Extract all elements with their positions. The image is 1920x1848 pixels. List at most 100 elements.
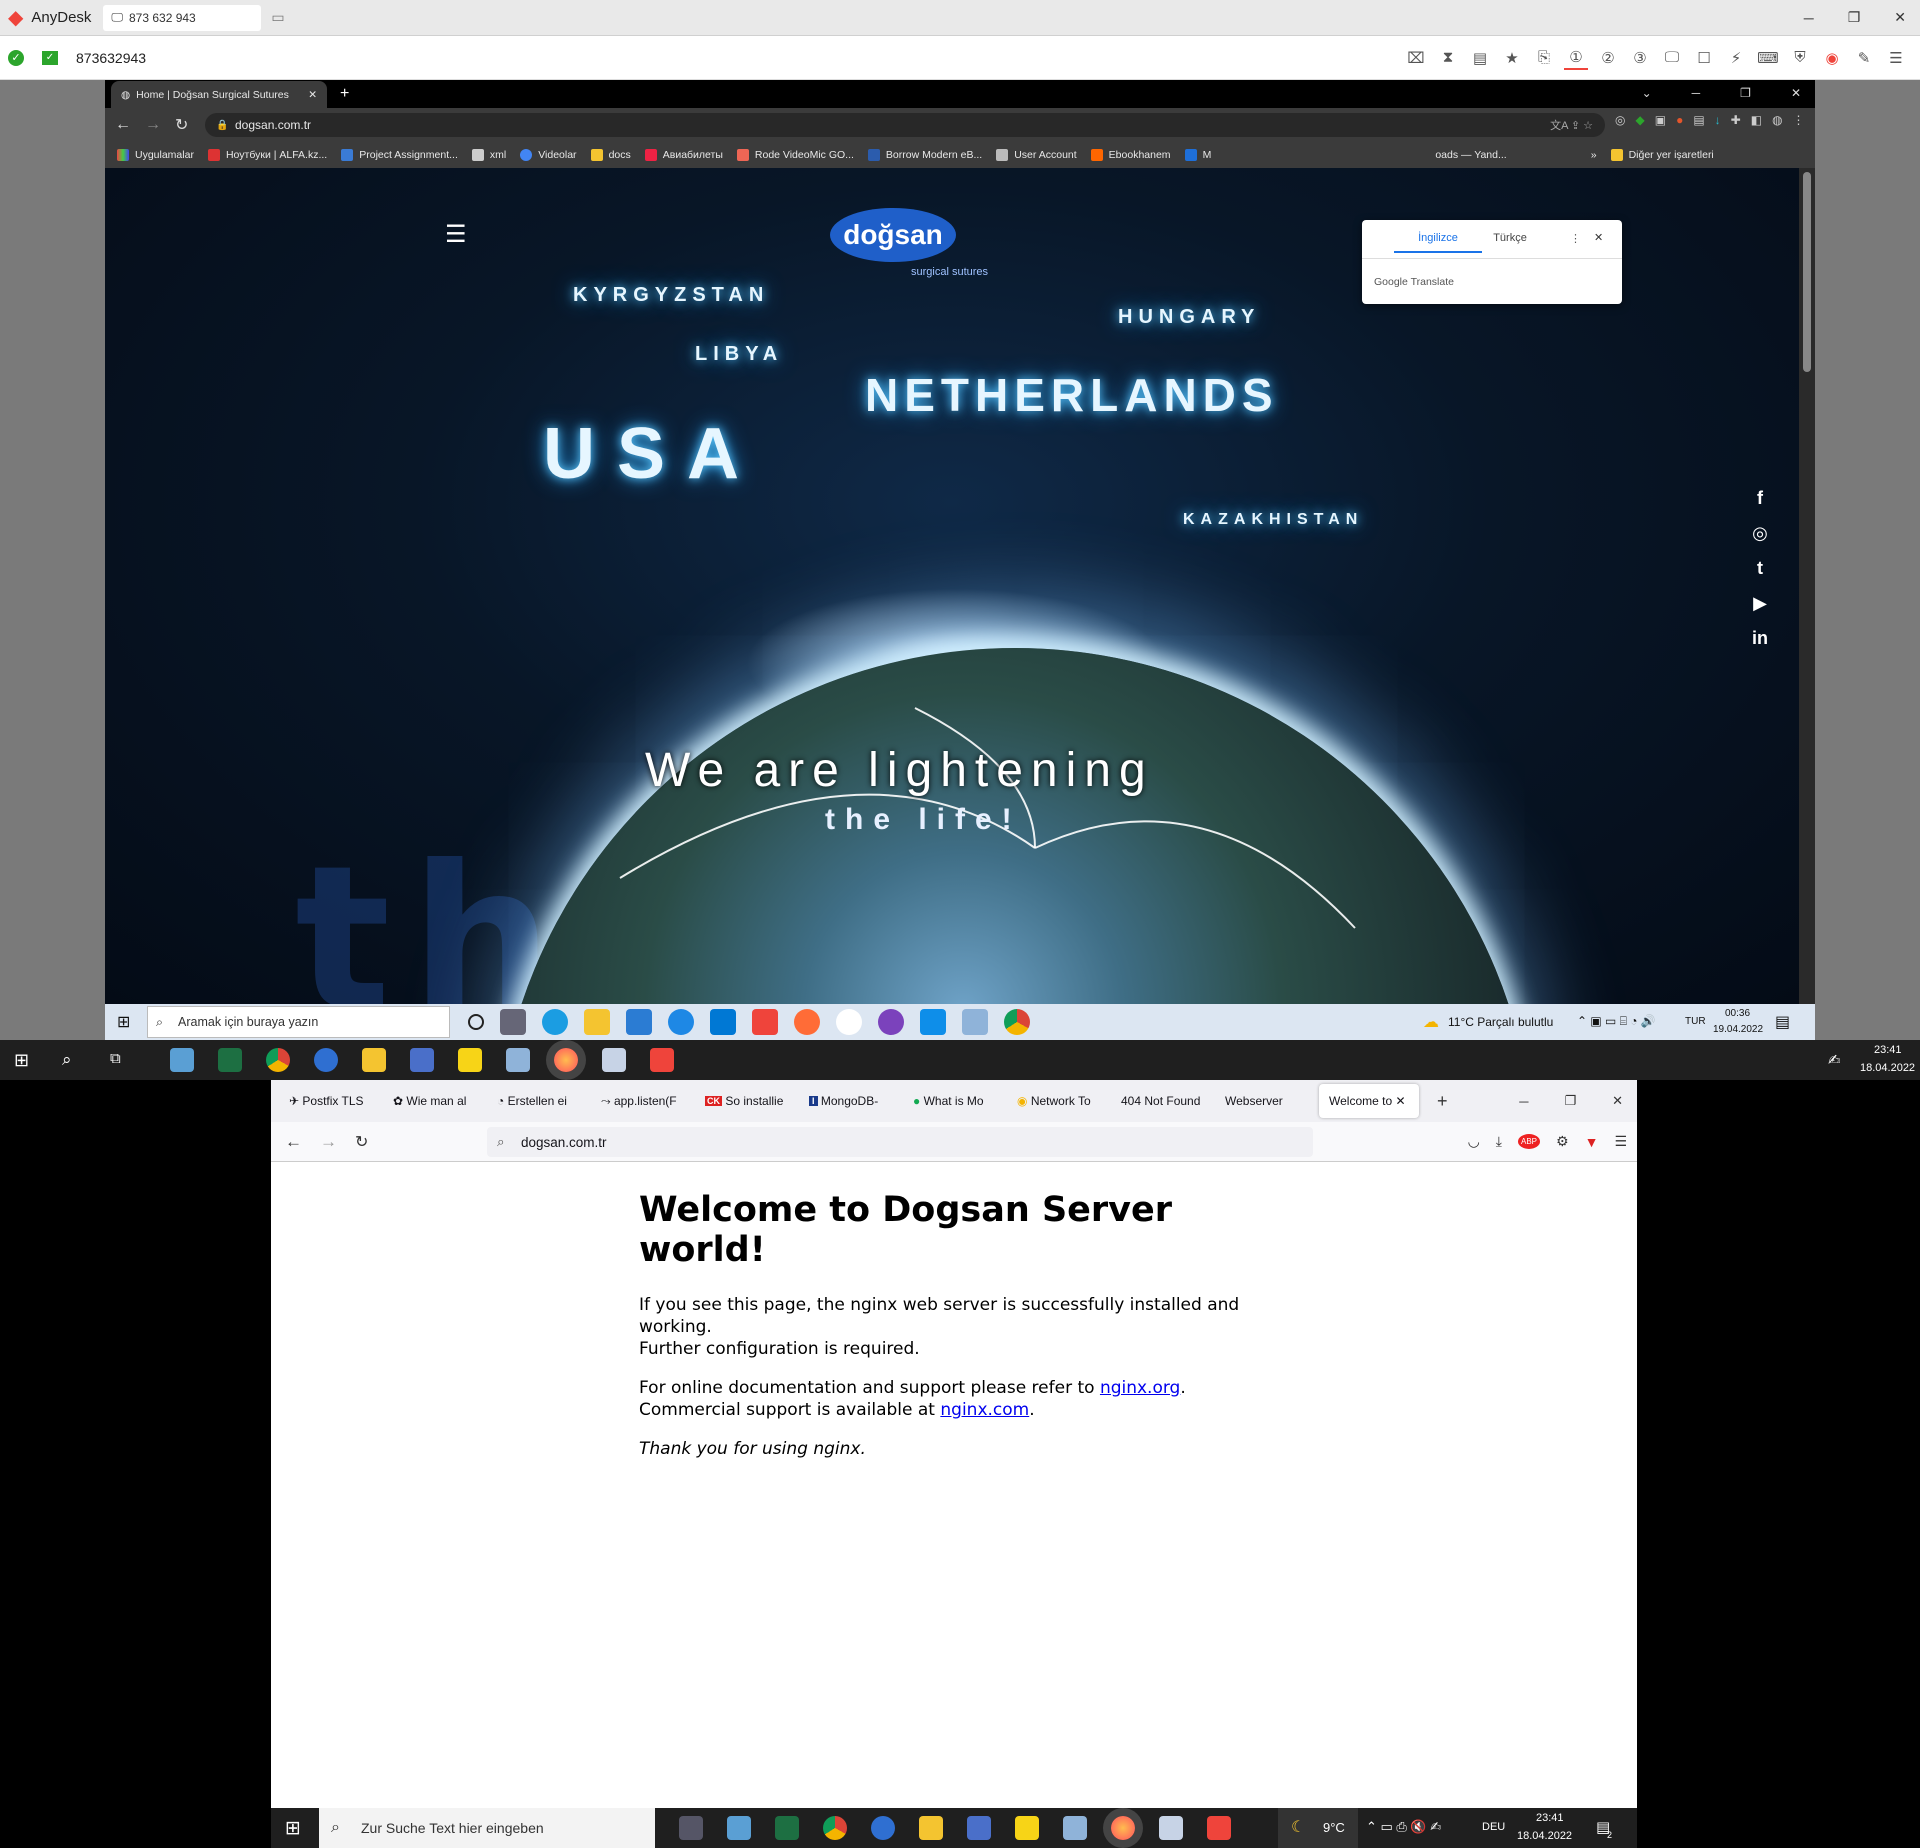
app-icon[interactable]	[668, 1009, 694, 1035]
bookmark-item[interactable]: Uygulamalar	[117, 149, 194, 161]
start-icon[interactable]: ⊞	[285, 1817, 301, 1840]
notes-icon[interactable]	[506, 1048, 530, 1072]
excel-icon[interactable]	[775, 1816, 799, 1840]
firefox-tab[interactable]: ◉ Network To	[1007, 1080, 1111, 1122]
hamburger-menu-icon[interactable]: ☰	[445, 220, 467, 249]
firefox-tab-active[interactable]: Welcome to ✕	[1319, 1084, 1419, 1118]
cortana-icon[interactable]	[468, 1014, 484, 1030]
chrome-icon[interactable]	[823, 1816, 847, 1840]
anydesk-session-tab[interactable]: 🖵 873 632 943	[103, 4, 262, 31]
chat-icon[interactable]: ☐	[1692, 46, 1716, 70]
forward-icon[interactable]: →	[320, 1132, 337, 1152]
remote-restore-button[interactable]: ❐	[1740, 86, 1751, 100]
star-icon[interactable]: ★	[1500, 46, 1524, 70]
remote-scroll-thumb[interactable]	[1803, 172, 1811, 372]
hourglass-icon[interactable]: ⧗	[1436, 46, 1460, 70]
firefox-tab[interactable]: 404 Not Found	[1111, 1080, 1215, 1122]
chrome-icon[interactable]	[266, 1048, 290, 1072]
site-logo[interactable]: doğsan	[830, 208, 956, 262]
bookmark-item[interactable]: Borrow Modern eB...	[867, 149, 982, 161]
draw-icon[interactable]: ✎	[1852, 46, 1876, 70]
chrome-menu-icon[interactable]: ⋮	[1793, 113, 1805, 127]
monitor-3-icon[interactable]: ③	[1628, 46, 1652, 70]
anydesk-icon[interactable]	[752, 1009, 778, 1035]
close-button[interactable]: ✕	[1894, 9, 1906, 26]
firefox-tab[interactable]: ● What is Mo	[903, 1080, 1007, 1122]
back-icon[interactable]: ←	[115, 116, 131, 134]
remote-minimize-button[interactable]: ─	[1692, 86, 1701, 100]
remote-close-button[interactable]: ✕	[1791, 86, 1801, 100]
bookmark-item[interactable]: User Account	[996, 149, 1077, 161]
profile-avatar[interactable]: ◍	[1772, 113, 1782, 127]
firefox-tab[interactable]: I MongoDB-	[799, 1080, 903, 1122]
bookmark-item[interactable]: M	[1184, 149, 1211, 161]
remote-lang[interactable]: TUR	[1685, 1016, 1706, 1027]
explorer-icon[interactable]	[919, 1816, 943, 1840]
chrome-icon[interactable]	[1004, 1009, 1030, 1035]
mail-icon[interactable]	[626, 1009, 652, 1035]
rdp-icon[interactable]	[1159, 1816, 1183, 1840]
twitter-icon[interactable]: t	[1748, 558, 1772, 579]
facebook-icon[interactable]: f	[1748, 488, 1772, 509]
start-icon[interactable]: ⊞	[14, 1050, 29, 1071]
anydesk-icon[interactable]	[1207, 1816, 1231, 1840]
bookmark-item[interactable]: Авиабилеты	[644, 149, 723, 161]
download-icon[interactable]: ⤓	[1496, 1133, 1502, 1150]
reload-icon[interactable]: ↻	[175, 115, 188, 135]
network-icon[interactable]	[967, 1816, 991, 1840]
firefox-icon[interactable]	[1111, 1816, 1135, 1840]
firefox-tab[interactable]: ◔ Erstellen ei	[487, 1080, 591, 1122]
adblock-icon[interactable]: ABP	[1518, 1134, 1541, 1149]
firefox-icon[interactable]	[554, 1048, 578, 1072]
bookmark-item[interactable]: xml	[471, 149, 506, 161]
pocket-icon[interactable]: ◡	[1468, 1133, 1480, 1150]
bookmark-item[interactable]: Project Assignment...	[341, 149, 458, 161]
firefox-tab[interactable]: Webserver	[1215, 1080, 1319, 1122]
instagram-icon[interactable]: ◎	[1748, 523, 1772, 544]
monitor-2-icon[interactable]: ②	[1596, 46, 1620, 70]
remote-search-box[interactable]: ⌕ Aramak için buraya yazın	[147, 1006, 450, 1038]
remote-date[interactable]: 19.04.2022	[1713, 1024, 1763, 1035]
window-icon[interactable]	[170, 1048, 194, 1072]
actions-icon[interactable]: ⚡	[1724, 46, 1748, 70]
translate-more-icon[interactable]: ⋮	[1570, 232, 1581, 245]
new-tab-icon[interactable]: +	[1437, 1091, 1448, 1112]
rdp-icon[interactable]	[602, 1048, 626, 1072]
remote-weather[interactable]: 11°C Parçalı bulutlu	[1448, 1015, 1553, 1029]
notification-icon[interactable]: ▤	[1775, 1012, 1790, 1032]
bottom-weather[interactable]: 9°C	[1323, 1820, 1345, 1835]
tab-close-icon[interactable]: ✕	[308, 89, 317, 101]
anydesk-icon[interactable]	[650, 1048, 674, 1072]
other-bookmarks[interactable]: Diğer yer işaretleri	[1610, 149, 1714, 161]
thunderbird-icon[interactable]	[871, 1816, 895, 1840]
file-icon[interactable]: ▤	[1468, 46, 1492, 70]
firefox-tab[interactable]: ✿ Wie man al	[383, 1080, 487, 1122]
ff-menu-icon[interactable]: ☰	[1614, 1133, 1627, 1150]
bookmark-item[interactable]: Ebookhanem	[1090, 149, 1171, 161]
bottom-date[interactable]: 18.04.2022	[1517, 1830, 1572, 1842]
back-icon[interactable]: ←	[285, 1132, 302, 1152]
task-view-icon[interactable]	[500, 1009, 526, 1035]
remote-start-icon[interactable]: ⊞	[117, 1012, 130, 1032]
vscode-icon[interactable]	[710, 1009, 736, 1035]
bottom-lang[interactable]: DEU	[1482, 1821, 1505, 1833]
menu-icon[interactable]: ☰	[1884, 46, 1908, 70]
nginx-org-link[interactable]: nginx.org	[1100, 1378, 1180, 1398]
remote-chrome-tab[interactable]: ◍ Home | Doğsan Surgical Sutures ✕	[111, 81, 327, 108]
minimize-button[interactable]: ─	[1804, 10, 1814, 26]
extensions-puzzle-icon[interactable]: ✚	[1731, 113, 1741, 127]
new-tab-icon[interactable]: +	[340, 85, 349, 103]
sticky-notes-icon[interactable]	[1015, 1816, 1039, 1840]
remote-omnibox[interactable]: 🔒 dogsan.com.tr 文A ⇪ ☆	[205, 113, 1605, 137]
firefox-tab[interactable]: CK So installie	[695, 1080, 799, 1122]
network-icon[interactable]	[410, 1048, 434, 1072]
bookmarks-overflow-icon[interactable]: »	[1591, 149, 1597, 161]
monitor-1-icon[interactable]: ①	[1564, 46, 1588, 70]
remote-time[interactable]: 00:36	[1725, 1008, 1750, 1019]
bookmark-item[interactable]: Videolar	[520, 149, 577, 161]
firefox-urlbar[interactable]: ⌕ dogsan.com.tr	[487, 1127, 1313, 1157]
firefox-tab[interactable]: ✈ Postfix TLS	[279, 1080, 383, 1122]
nginx-com-link[interactable]: nginx.com	[940, 1400, 1029, 1420]
sticky-notes-icon[interactable]	[458, 1048, 482, 1072]
firefox-tab[interactable]: ⤳ app.listen(F	[591, 1080, 695, 1122]
